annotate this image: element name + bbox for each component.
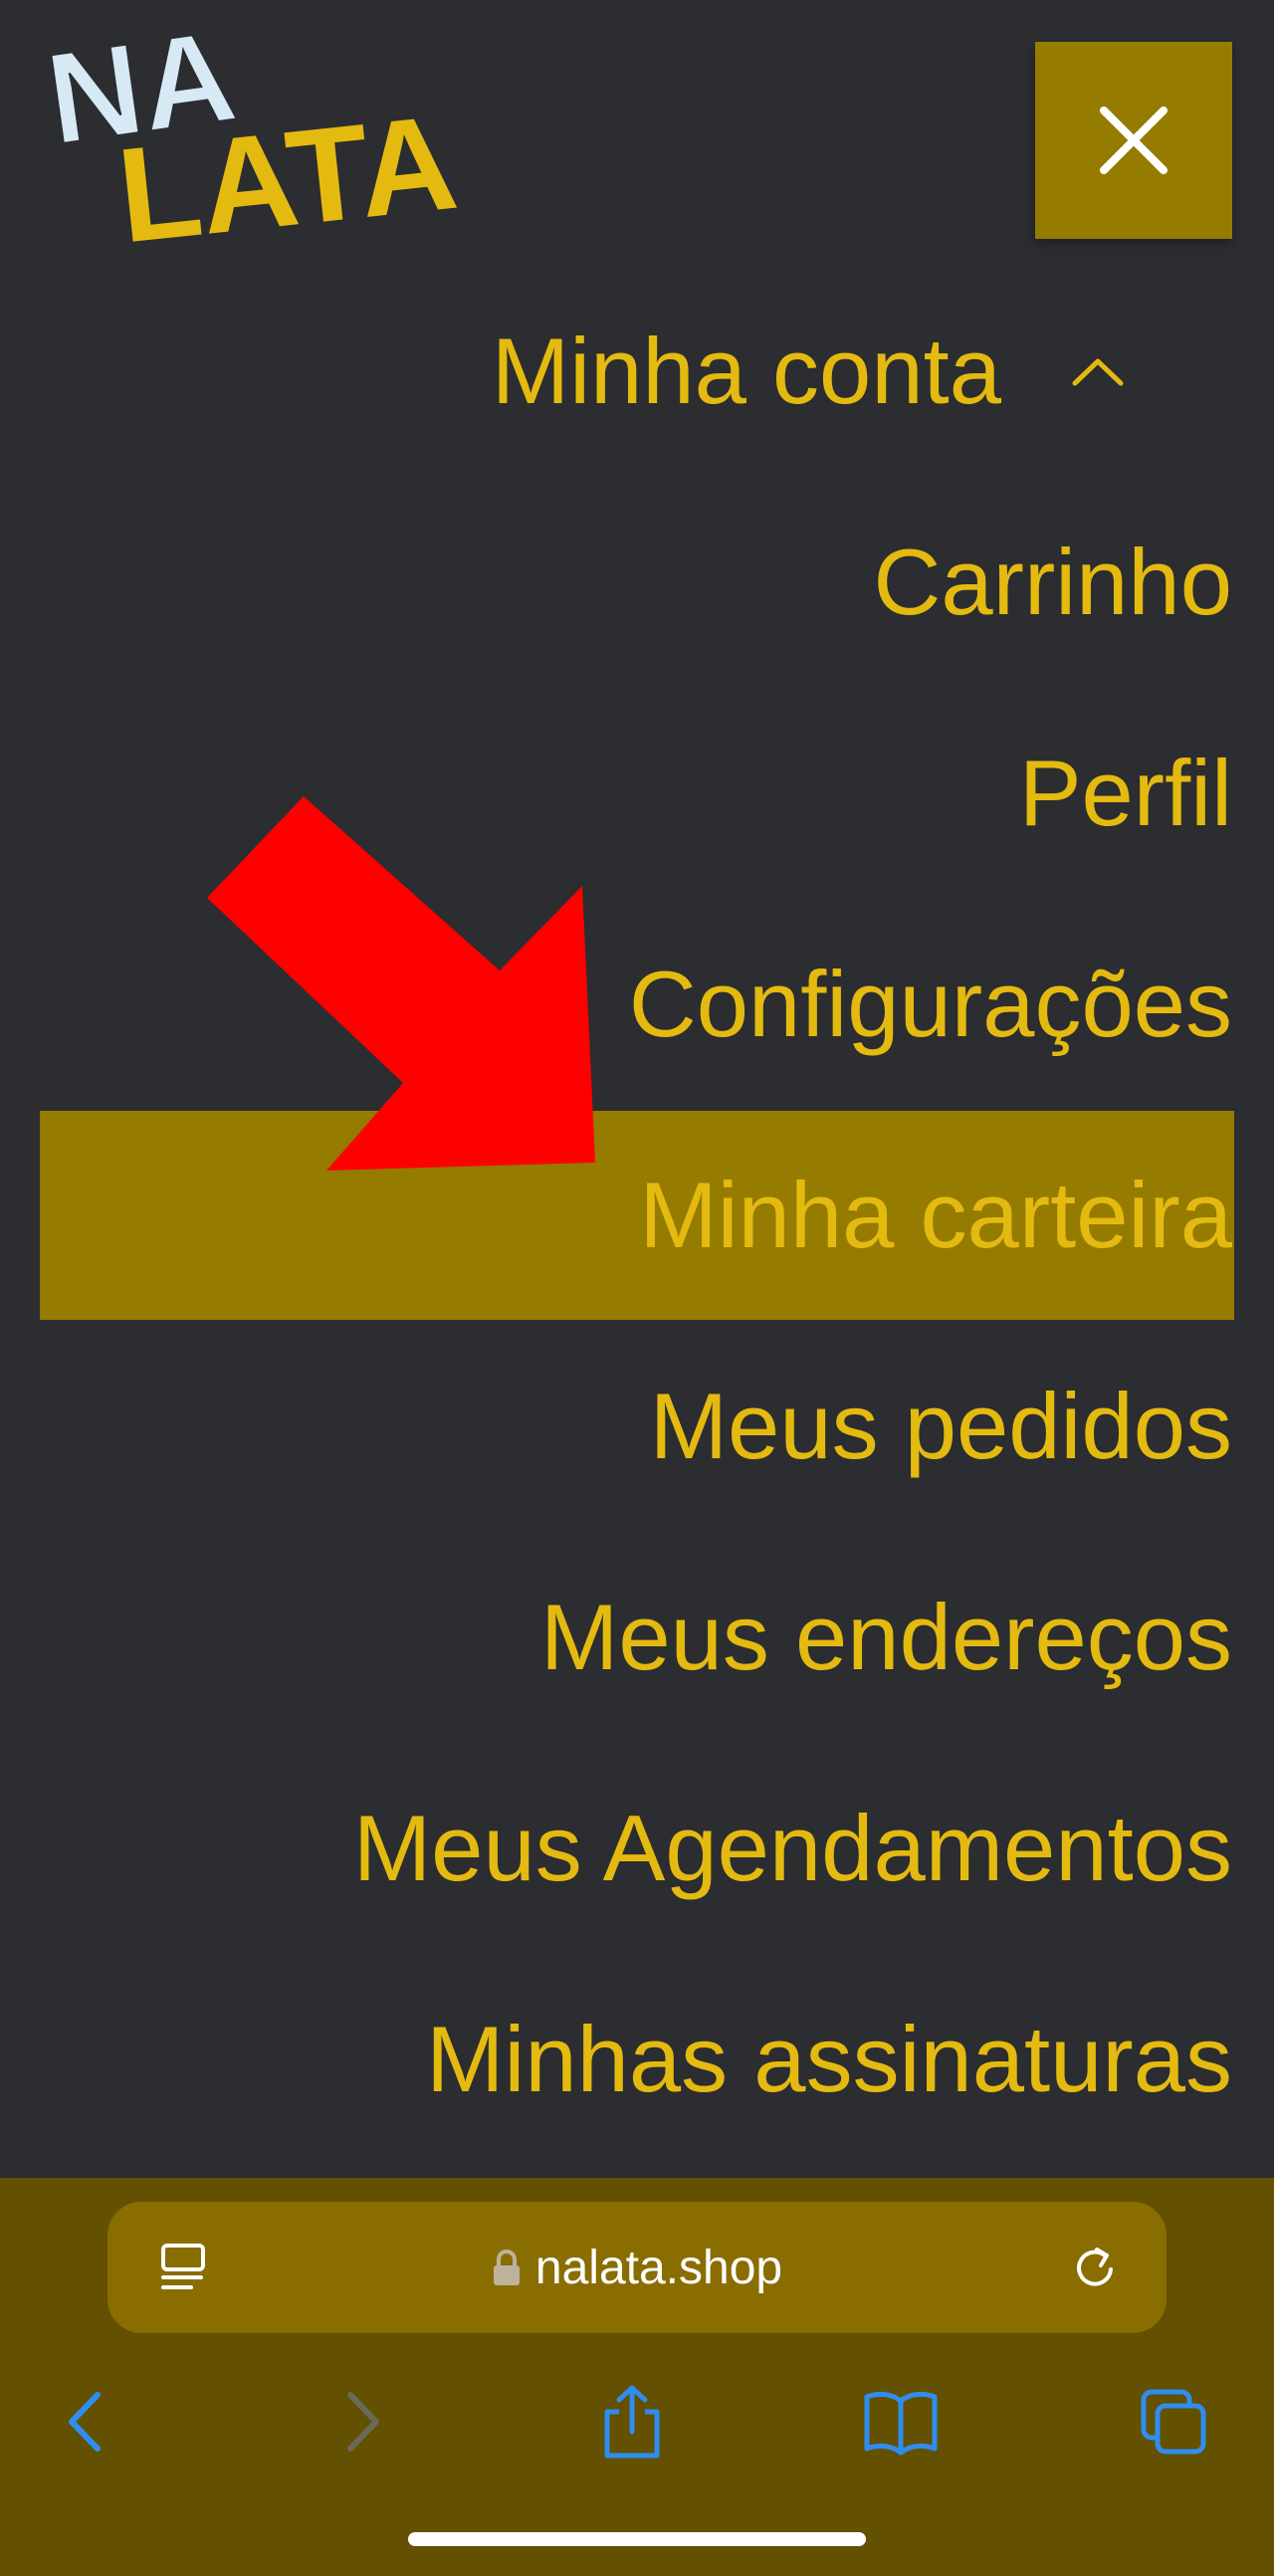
browser-nav-row — [0, 2367, 1274, 2476]
back-button[interactable] — [30, 2367, 139, 2476]
home-indicator[interactable] — [408, 2532, 866, 2546]
bookmarks-icon — [864, 2391, 938, 2456]
menu-item-minha-carteira[interactable]: Minha carteira — [40, 1111, 1234, 1320]
back-icon — [69, 2392, 101, 2452]
menu-item-meus-pedidos[interactable]: Meus pedidos — [40, 1322, 1234, 1531]
menu-item-configuracoes[interactable]: Configurações — [40, 900, 1234, 1109]
page: NA LATA Minha conta Carrinho Perfil Conf… — [0, 0, 1274, 2576]
browser-toolbar: nalata.shop — [0, 2178, 1274, 2576]
menu-minha-conta[interactable]: Minha conta — [492, 307, 1125, 436]
reload-icon[interactable] — [1067, 2240, 1123, 2295]
menu-item-carrinho[interactable]: Carrinho — [40, 478, 1234, 687]
menu-item-meus-agendamentos[interactable]: Meus Agendamentos — [40, 1744, 1234, 1953]
close-menu-button[interactable] — [1035, 42, 1232, 239]
url-text: nalata.shop — [534, 2241, 783, 2294]
tabs-button[interactable] — [1119, 2367, 1228, 2476]
bookmarks-button[interactable] — [846, 2367, 956, 2476]
share-button[interactable] — [577, 2367, 687, 2476]
address-bar[interactable]: nalata.shop — [107, 2202, 1167, 2333]
menu-item-perfil[interactable]: Perfil — [40, 689, 1234, 898]
nalata-logo[interactable]: NA LATA — [40, 20, 557, 269]
chevron-up-icon — [1072, 358, 1124, 386]
forward-button[interactable] — [309, 2367, 418, 2476]
tabs-icon — [1141, 2389, 1206, 2455]
menu-item-minhas-assinaturas[interactable]: Minhas assinaturas — [40, 1955, 1234, 2164]
reader-icon[interactable] — [157, 2240, 213, 2295]
share-icon — [604, 2385, 660, 2459]
close-icon — [1100, 107, 1168, 174]
forward-icon — [347, 2392, 379, 2452]
lock-icon — [493, 2250, 520, 2285]
menu-item-meus-enderecos[interactable]: Meus endereços — [40, 1533, 1234, 1742]
url-display: nalata.shop — [492, 2241, 782, 2295]
menu-minha-conta-label: Minha conta — [491, 319, 1001, 423]
